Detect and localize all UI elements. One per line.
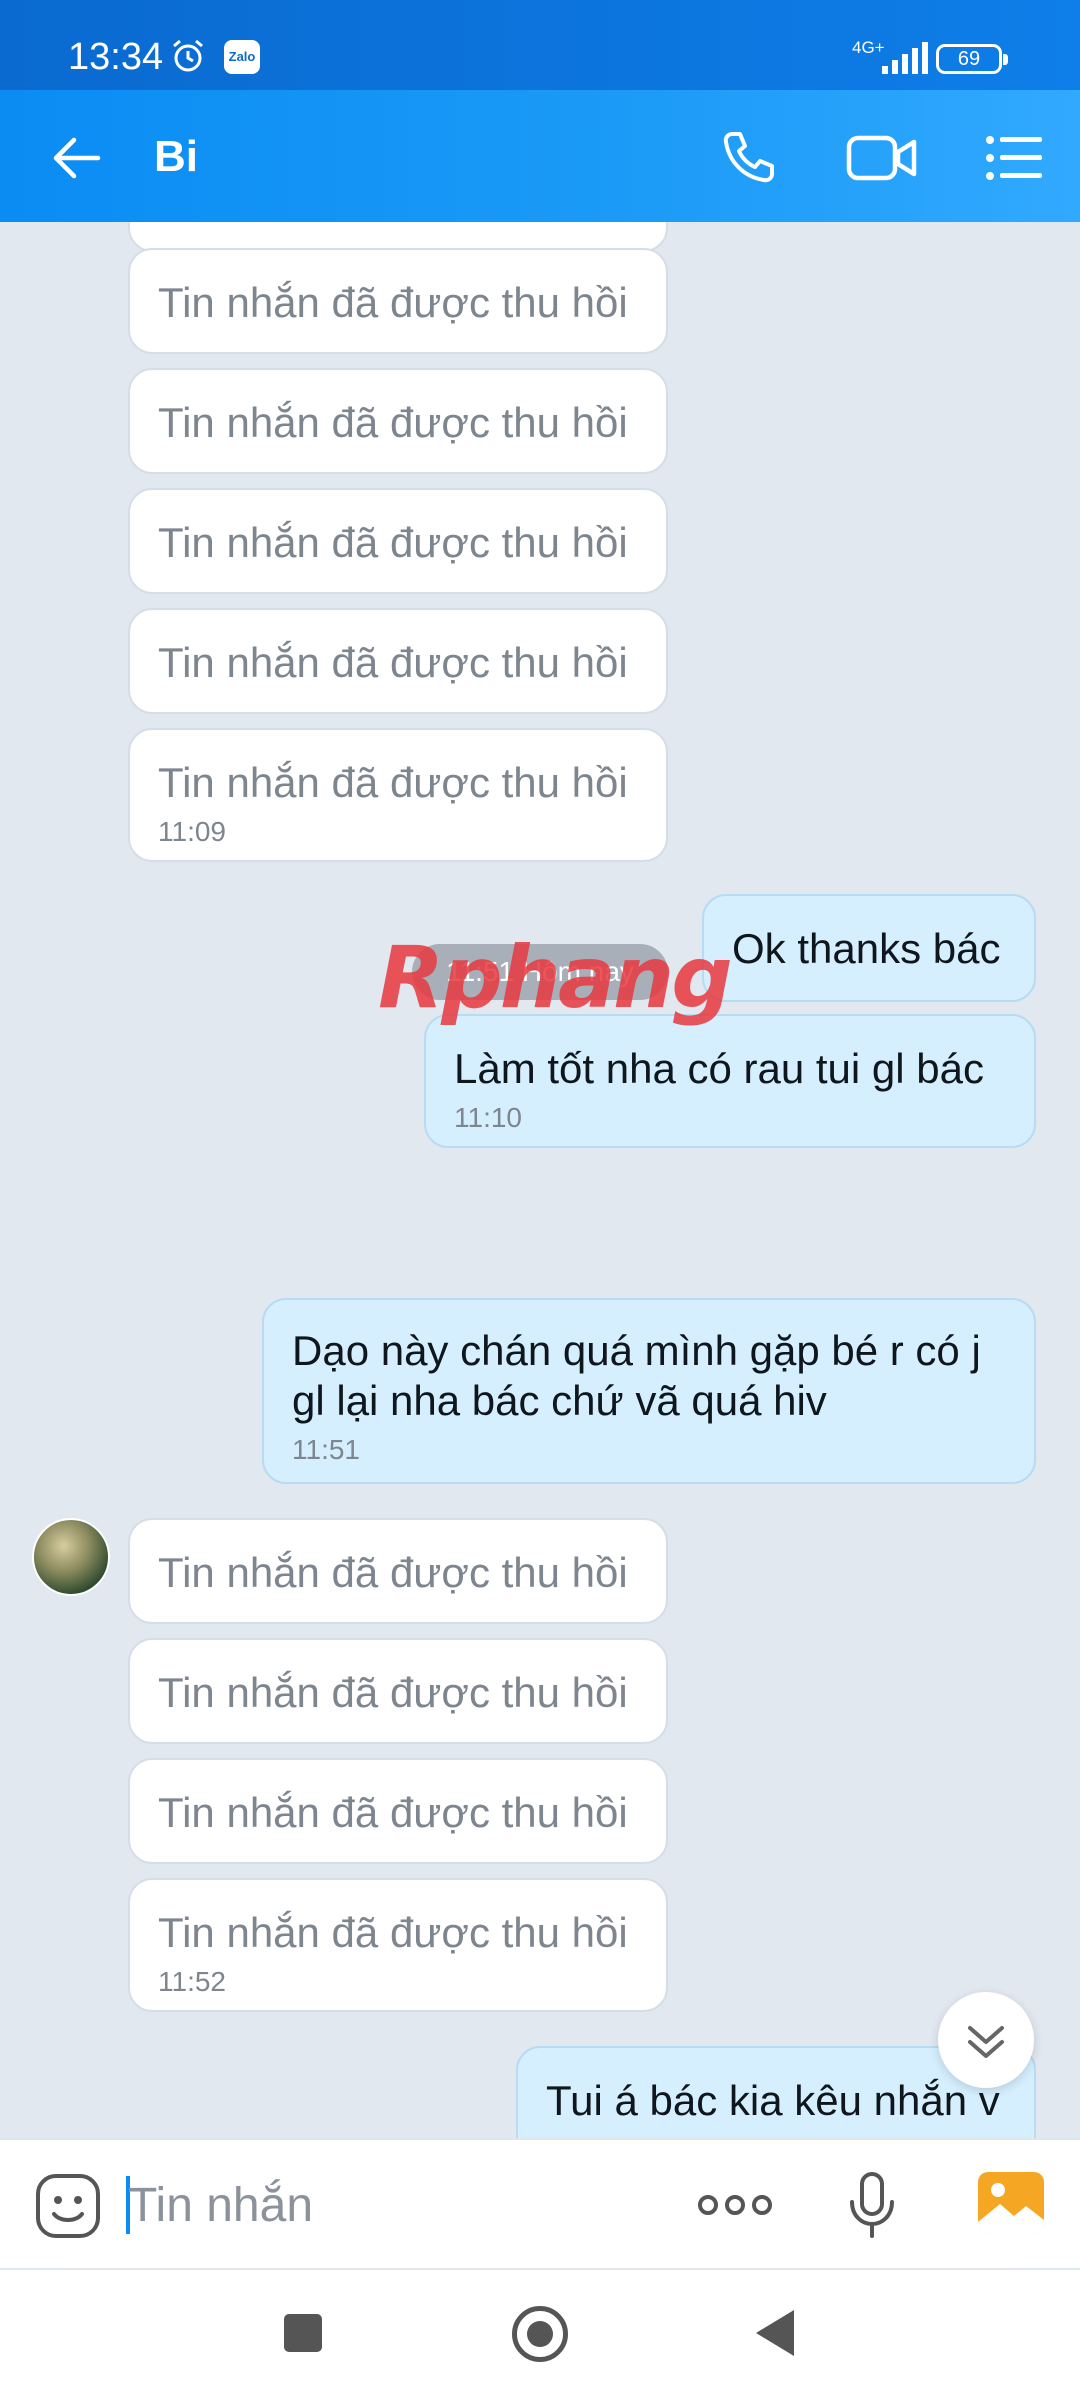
alarm-icon bbox=[173, 39, 203, 72]
message-text: Tin nhắn đã được thu hồi bbox=[158, 759, 628, 806]
zalo-badge-icon: Zalo bbox=[224, 40, 260, 74]
contact-name[interactable]: Bi bbox=[154, 132, 198, 182]
chat-header: Bi bbox=[0, 90, 1080, 222]
message-text: Tin nhắn đã được thu hồi bbox=[158, 1789, 628, 1836]
emoji-icon[interactable] bbox=[34, 2172, 102, 2240]
message-time: 11:10 bbox=[454, 1102, 522, 1133]
phone-icon[interactable] bbox=[718, 126, 780, 188]
message-bubble-received[interactable]: Tin nhắn đã được thu hồi bbox=[128, 1518, 668, 1624]
avatar[interactable] bbox=[32, 1518, 110, 1596]
message-text: Tin nhắn đã được thu hồi bbox=[158, 1909, 628, 1956]
message-bubble-received[interactable]: Tin nhắn đã được thu hồi bbox=[128, 488, 668, 594]
recent-apps-button[interactable] bbox=[284, 2314, 322, 2352]
message-bubble-received[interactable]: Tin nhắn đã được thu hồi bbox=[128, 608, 668, 714]
message-bubble-sent[interactable]: Dạo này chán quá mình gặp bé r có j gl l… bbox=[262, 1298, 1036, 1484]
chevron-double-down-icon bbox=[968, 2026, 1004, 2058]
signal-icon bbox=[882, 42, 928, 74]
message-text: Tin nhắn đã được thu hồi bbox=[158, 399, 628, 446]
message-time: 11:52 bbox=[158, 1966, 226, 1997]
message-text: Tin nhắn đã được thu hồi bbox=[158, 639, 628, 686]
message-text: Tin nhắn đã được thu hồi bbox=[158, 1549, 628, 1596]
system-back-button[interactable] bbox=[756, 2310, 794, 2356]
message-bubble-received[interactable]: Tin nhắn đã được thu hồi 11:52 bbox=[128, 1878, 668, 2012]
back-arrow-icon[interactable] bbox=[48, 130, 104, 186]
message-text: Tin nhắn đã được thu hồi bbox=[158, 519, 628, 566]
list-menu-icon[interactable] bbox=[984, 130, 1044, 186]
message-text: Tui á bác kia kêu nhắn v bbox=[546, 2077, 1000, 2124]
microphone-icon[interactable] bbox=[846, 2170, 898, 2240]
message-bubble-received[interactable]: Tin nhắn đã được thu hồi 11:09 bbox=[128, 728, 668, 862]
message-bubble-sent[interactable]: Làm tốt nha có rau tui gl bác 11:10 bbox=[424, 1014, 1036, 1148]
status-bar: 13:34 Zalo 4G+ 69 bbox=[0, 0, 1080, 90]
message-text: Tin nhắn đã được thu hồi bbox=[158, 1669, 628, 1716]
message-text: Dạo này chán quá mình gặp bé r có j gl l… bbox=[292, 1327, 981, 1424]
message-input[interactable] bbox=[128, 2170, 668, 2240]
gallery-icon[interactable] bbox=[976, 2170, 1046, 2236]
message-time: 11:51 bbox=[292, 1434, 360, 1465]
chat-area[interactable]: Tin nhắn đã được thu hồi Tin nhắn đã đượ… bbox=[0, 222, 1080, 2138]
more-icon[interactable] bbox=[696, 2180, 774, 2230]
message-text: Tin nhắn đã được thu hồi bbox=[158, 279, 628, 326]
message-bubble-received[interactable]: Tin nhắn đã được thu hồi bbox=[128, 368, 668, 474]
message-text: Ok thanks bác bbox=[732, 925, 1001, 972]
battery-indicator: 69 bbox=[936, 44, 1008, 74]
message-composer bbox=[0, 2138, 1080, 2268]
watermark-logo: Rphang bbox=[378, 928, 733, 1028]
message-bubble-received[interactable]: Tin nhắn đã được thu hồi bbox=[128, 1638, 668, 1744]
system-nav-bar bbox=[0, 2270, 1080, 2400]
video-call-icon[interactable] bbox=[846, 130, 918, 186]
message-bubble-received[interactable]: Tin nhắn đã được thu hồi bbox=[128, 248, 668, 354]
home-button[interactable] bbox=[512, 2306, 568, 2362]
message-bubble-sent[interactable]: Ok thanks bác bbox=[702, 894, 1036, 1002]
scroll-to-bottom-button[interactable] bbox=[938, 1992, 1034, 2088]
message-bubble-received[interactable]: Tin nhắn đã được thu hồi bbox=[128, 1758, 668, 1864]
status-time: 13:34 bbox=[68, 36, 164, 78]
message-time: 11:09 bbox=[158, 816, 226, 847]
